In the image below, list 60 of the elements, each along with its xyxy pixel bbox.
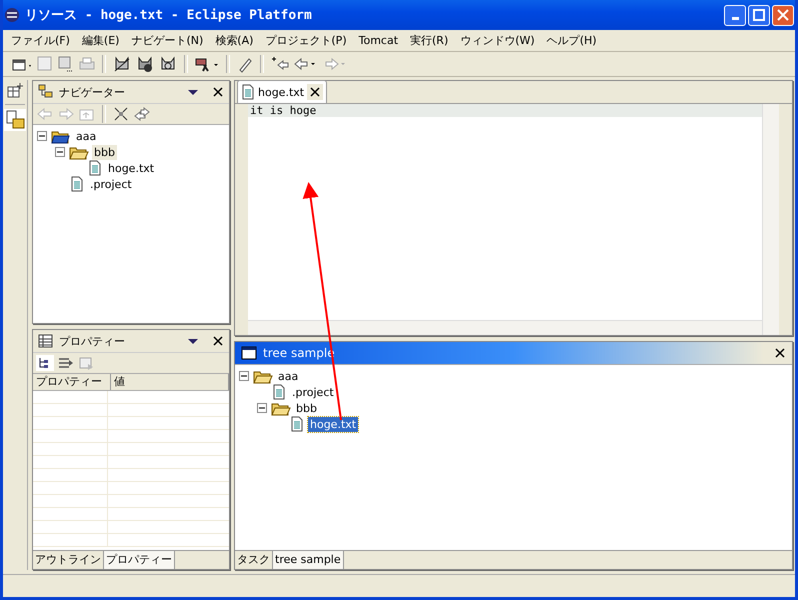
file-icon (289, 416, 305, 432)
tree-item[interactable]: aaa (74, 128, 98, 144)
close-icon (777, 9, 789, 21)
maximize-icon (753, 9, 765, 21)
back-edit-icon[interactable] (270, 55, 290, 73)
open-perspective-icon[interactable] (6, 82, 24, 100)
column-header[interactable]: 値 (111, 374, 229, 390)
menu-item[interactable]: ウィンドウ(W) (454, 33, 541, 48)
app-icon (4, 7, 20, 23)
file-icon (69, 176, 85, 192)
menu-item[interactable]: ファイル(F) (5, 33, 76, 48)
close-icon[interactable] (307, 84, 324, 100)
navigator-icon (38, 84, 54, 100)
tree-item[interactable]: .project (88, 176, 134, 192)
maximize-button[interactable] (748, 4, 770, 26)
editor-tab[interactable]: hoge.txt (237, 80, 328, 103)
view-menu-icon[interactable] (187, 336, 199, 346)
collapse-toggle[interactable] (239, 370, 250, 382)
resource-perspective-icon[interactable] (4, 109, 26, 131)
close-icon[interactable] (212, 86, 224, 98)
menu-item[interactable]: Tomcat (352, 34, 404, 47)
tree-item[interactable]: bbb (294, 400, 319, 416)
panel-title: プロパティー (59, 334, 126, 348)
close-button[interactable] (772, 4, 794, 26)
close-icon[interactable] (774, 347, 786, 359)
minimize-icon (732, 17, 738, 20)
file-icon (241, 84, 255, 100)
view-tab[interactable]: プロパティー (104, 551, 175, 569)
window-icon (241, 346, 257, 360)
collapse-all-icon[interactable] (112, 106, 130, 122)
file-icon (271, 384, 287, 400)
menu-item[interactable]: ヘルプ(H) (540, 33, 603, 48)
minimize-button[interactable] (724, 4, 746, 26)
tree-item[interactable]: aaa (276, 368, 300, 384)
tree-item[interactable]: hoge.txt (106, 160, 156, 176)
collapse-toggle[interactable] (257, 402, 268, 414)
save-all-icon[interactable] (57, 55, 75, 73)
tree-item[interactable]: bbb (92, 144, 117, 160)
menu-item[interactable]: ナビゲート(N) (125, 33, 210, 48)
view-menu-icon[interactable] (187, 87, 199, 97)
cat-icon[interactable] (112, 55, 132, 73)
table-icon (38, 333, 54, 349)
menu-item[interactable]: プロジェクト(P) (259, 33, 353, 48)
view-tab[interactable]: tree sample (273, 551, 344, 569)
menu-item[interactable]: 実行(R) (404, 33, 454, 48)
column-header[interactable]: プロパティー (33, 374, 111, 390)
categories-icon[interactable] (36, 355, 54, 371)
file-icon (87, 160, 103, 176)
collapse-toggle[interactable] (55, 146, 66, 158)
vertical-scrollbar[interactable] (762, 104, 779, 335)
link-icon[interactable] (133, 106, 151, 122)
close-icon[interactable] (212, 335, 224, 347)
menu-item[interactable]: 検索(A) (209, 33, 260, 48)
tree-item[interactable]: hoge.txt (308, 416, 358, 432)
tree-item[interactable]: .project (290, 384, 336, 400)
window-title: リソース - hoge.txt - Eclipse Platform (25, 7, 313, 24)
horizontal-scrollbar[interactable] (248, 320, 762, 335)
panel-title: ナビゲーター (59, 84, 126, 100)
collapse-toggle[interactable] (37, 130, 48, 142)
menu-item[interactable]: 編集(E) (76, 33, 126, 48)
